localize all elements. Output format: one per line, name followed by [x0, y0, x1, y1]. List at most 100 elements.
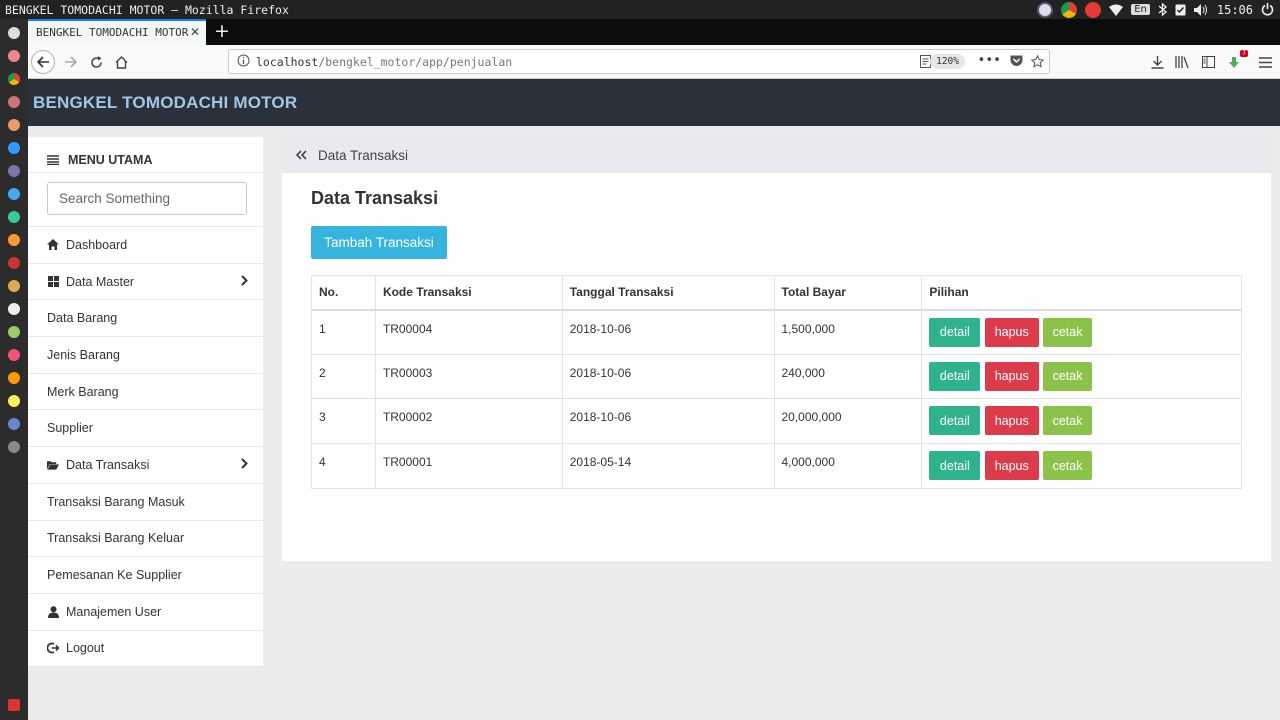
reload-button[interactable] [84, 50, 108, 74]
home-icon [115, 55, 127, 69]
detail-button[interactable]: detail [929, 451, 981, 481]
pocket-icon[interactable] [1010, 55, 1023, 67]
os-top-bar: BENGKEL TOMODACHI MOTOR – Mozilla Firefo… [0, 0, 1280, 19]
browser-tab[interactable]: BENGKEL TOMODACHI MOTOR ✕ [28, 19, 206, 45]
dock-app-icon[interactable] [8, 280, 20, 292]
dock-app-icon[interactable] [8, 188, 20, 200]
print-button[interactable]: cetak [1043, 451, 1093, 481]
delete-button[interactable]: hapus [984, 317, 1039, 347]
home-button[interactable] [109, 50, 133, 74]
sidebar-item-label: Data Master [66, 274, 135, 289]
forward-button[interactable] [58, 50, 82, 74]
app-dock [0, 19, 28, 720]
dock-app-icon[interactable] [8, 211, 20, 223]
column-header: No. [311, 275, 376, 311]
chrome-icon[interactable] [8, 73, 20, 85]
print-button[interactable]: cetak [1043, 406, 1093, 436]
breadcrumb: Data Transaksi [282, 137, 1271, 173]
volume-icon[interactable] [1193, 3, 1209, 16]
dock-app-icon[interactable] [8, 326, 20, 338]
page-actions-icon[interactable]: ••• [978, 53, 1001, 68]
sidebar-item-supplier[interactable]: Supplier [28, 410, 263, 448]
detail-button[interactable]: detail [929, 406, 981, 436]
sidebar-item-label: Jenis Barang [47, 347, 120, 362]
column-header: Kode Transaksi [374, 275, 563, 311]
dock-app-icon[interactable] [8, 418, 20, 430]
close-icon[interactable]: ✕ [190, 25, 200, 39]
chrome-icon[interactable] [1061, 1, 1078, 18]
sidebar-item-data-master[interactable]: Data Master [28, 264, 263, 301]
dock-app-icon[interactable] [8, 165, 20, 177]
cell-total: 20,000,000 [773, 398, 923, 445]
download-icon [1151, 55, 1163, 69]
cell-kode: TR00002 [374, 398, 563, 445]
bookmark-star-icon[interactable] [1031, 55, 1044, 68]
block-icon[interactable] [1085, 1, 1102, 18]
dock-app-icon[interactable] [8, 441, 20, 453]
screenshot-icon[interactable] [1037, 1, 1054, 18]
zoom-level[interactable]: 120% [930, 54, 965, 69]
dock-app-icon[interactable] [8, 349, 20, 361]
sidebar-item-merk-barang[interactable]: Merk Barang [28, 374, 263, 411]
downloads-button[interactable] [1145, 50, 1169, 74]
delete-button[interactable]: hapus [984, 451, 1039, 481]
new-tab-icon[interactable]: + [214, 20, 230, 42]
reload-icon [90, 55, 102, 68]
transactions-table: No. Kode Transaksi Tanggal Transaksi Tot… [311, 275, 1242, 489]
library-button[interactable] [1170, 50, 1194, 74]
detail-button[interactable]: detail [929, 317, 981, 347]
clipboard-icon[interactable] [1175, 3, 1186, 16]
add-transaction-button[interactable]: Tambah Transaksi [311, 226, 447, 259]
print-button[interactable]: cetak [1043, 361, 1093, 391]
sidebar-icon [1201, 56, 1215, 68]
bluetooth-icon[interactable] [1158, 3, 1167, 16]
sidebar-item-dashboard[interactable]: Dashboard [28, 227, 263, 264]
sidebar: MENU UTAMA Dashboard Data Master Data Ba… [28, 137, 263, 668]
notification-badge: 7 [1240, 50, 1248, 57]
search-input[interactable] [47, 182, 247, 215]
wifi-icon[interactable] [1109, 4, 1124, 16]
cell-actions: detail hapus cetak [921, 443, 1242, 489]
dock-app-icon[interactable] [8, 142, 20, 154]
sidebar-item-manajemen-user[interactable]: Manajemen User [28, 594, 263, 631]
power-icon[interactable] [1261, 3, 1274, 16]
sidebar-toggle-button[interactable] [1196, 50, 1220, 74]
logout-icon [47, 642, 59, 654]
dock-app-icon[interactable] [8, 234, 20, 246]
dock-app-icon[interactable] [8, 50, 20, 62]
sidebar-item-pemesanan-ke-supplier[interactable]: Pemesanan Ke Supplier [28, 557, 263, 594]
dock-app-icon[interactable] [8, 303, 20, 315]
firefox-icon[interactable] [8, 119, 20, 131]
sidebar-item-transaksi-barang-keluar[interactable]: Transaksi Barang Keluar [28, 521, 263, 558]
double-chevron-left-icon[interactable] [296, 150, 307, 160]
keyboard-layout[interactable]: En [1131, 4, 1150, 15]
sidebar-item-transaksi-barang-masuk[interactable]: Transaksi Barang Masuk [28, 484, 263, 521]
sidebar-item-jenis-barang[interactable]: Jenis Barang [28, 337, 263, 374]
print-button[interactable]: cetak [1043, 317, 1093, 347]
cell-no: 4 [311, 443, 376, 489]
extension-button[interactable]: 7 [1223, 50, 1248, 74]
app-title[interactable]: BENGKEL TOMODACHI MOTOR [33, 93, 297, 113]
clock: 15:06 [1216, 2, 1253, 17]
detail-button[interactable]: detail [929, 361, 981, 391]
dock-app-icon[interactable] [8, 372, 20, 384]
menu-button[interactable] [1253, 50, 1277, 74]
sidebar-item-label: Logout [66, 641, 105, 656]
dock-app-icon[interactable] [8, 96, 20, 108]
url-bar[interactable]: localhost/bengkel_motor/app/penjualan 12… [228, 49, 1050, 74]
cell-no: 1 [311, 309, 376, 355]
sidebar-item-data-transaksi[interactable]: Data Transaksi [28, 447, 263, 484]
dock-app-icon[interactable] [8, 395, 20, 407]
sidebar-item-logout[interactable]: Logout [28, 631, 263, 668]
dock-app-icon[interactable] [8, 27, 20, 39]
dock-app-icon[interactable] [8, 257, 20, 269]
url-path: /bengkel_motor/app/penjualan [318, 55, 513, 69]
sidebar-item-data-barang[interactable]: Data Barang [28, 300, 263, 338]
back-button[interactable] [31, 50, 55, 74]
trash-icon[interactable] [8, 699, 20, 711]
cell-total: 1,500,000 [773, 309, 923, 355]
delete-button[interactable]: hapus [984, 361, 1039, 391]
cell-tanggal: 2018-10-06 [561, 353, 775, 400]
delete-button[interactable]: hapus [984, 406, 1039, 436]
info-icon[interactable] [237, 54, 250, 67]
